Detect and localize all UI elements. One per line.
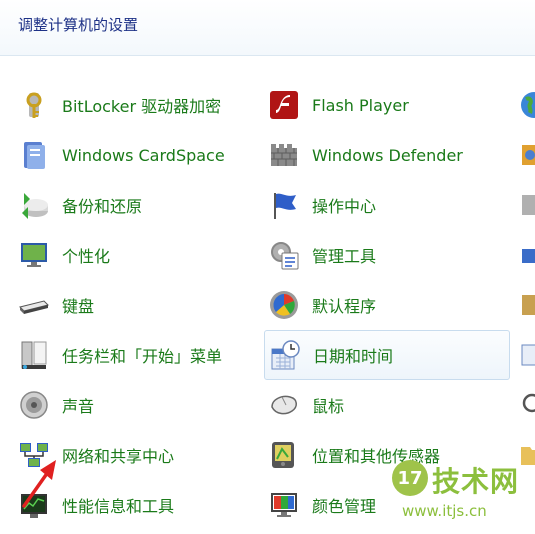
- item-keyboard[interactable]: 键盘: [14, 280, 262, 330]
- item-sound[interactable]: 声音: [14, 380, 262, 430]
- backup-restore-icon: [16, 187, 52, 223]
- item-label[interactable]: 操作中心: [312, 193, 376, 217]
- item-label[interactable]: 日期和时间: [313, 343, 393, 367]
- item-partial-col3-3[interactable]: [514, 230, 535, 280]
- item-label[interactable]: 键盘: [62, 293, 94, 317]
- item-label[interactable]: 备份和还原: [62, 193, 142, 217]
- item-label[interactable]: 管理工具: [312, 243, 376, 267]
- partial-icon: [516, 287, 535, 323]
- item-bitlocker[interactable]: BitLocker 驱动器加密: [14, 80, 262, 130]
- mouse-icon: [266, 387, 302, 423]
- date-time-icon: [267, 337, 303, 373]
- item-label[interactable]: 声音: [62, 393, 94, 417]
- item-partial-col3-2[interactable]: [514, 180, 535, 230]
- item-label[interactable]: 网络和共享中心: [62, 443, 174, 467]
- sound-speaker-icon: [16, 387, 52, 423]
- item-label[interactable]: 默认程序: [312, 293, 376, 317]
- item-partial-col3-4[interactable]: [514, 280, 535, 330]
- windows-defender-icon: [266, 137, 302, 173]
- item-label[interactable]: Windows Defender: [312, 146, 463, 165]
- item-label[interactable]: 性能信息和工具: [62, 493, 174, 517]
- item-default-programs[interactable]: 默认程序: [264, 280, 510, 330]
- item-label[interactable]: 颜色管理: [312, 493, 376, 517]
- location-sensors-icon: [266, 437, 302, 473]
- item-label[interactable]: 任务栏和「开始」菜单: [62, 343, 222, 367]
- partial-icon: [516, 137, 535, 173]
- item-mouse[interactable]: 鼠标: [264, 380, 510, 430]
- item-label[interactable]: 个性化: [62, 243, 110, 267]
- flash-player-icon: [266, 87, 302, 123]
- item-admin-tools[interactable]: 管理工具: [264, 230, 510, 280]
- item-partial-col3-0[interactable]: [514, 80, 535, 130]
- item-windows-defender[interactable]: Windows Defender: [264, 130, 510, 180]
- item-partial-col3-5[interactable]: [514, 330, 535, 380]
- watermark: 17 技术网 www.itjs.cn: [388, 458, 528, 530]
- admin-tools-icon: [266, 237, 302, 273]
- cardspace-icon: [16, 137, 52, 173]
- color-management-icon: [266, 487, 302, 523]
- item-flash-player[interactable]: Flash Player: [264, 80, 510, 130]
- keyboard-icon: [16, 287, 52, 323]
- item-cardspace[interactable]: Windows CardSpace: [14, 130, 262, 180]
- taskbar-start-menu-icon: [16, 337, 52, 373]
- item-taskbar-start-menu[interactable]: 任务栏和「开始」菜单: [14, 330, 262, 380]
- item-backup-restore[interactable]: 备份和还原: [14, 180, 262, 230]
- annotation-arrow-icon: [22, 460, 56, 508]
- item-label[interactable]: 鼠标: [312, 393, 344, 417]
- bitlocker-key-icon: [16, 87, 52, 123]
- page-title: 调整计算机的设置: [18, 16, 139, 34]
- search-magnifier-icon: [516, 387, 535, 423]
- partial-icon: [516, 187, 535, 223]
- partial-icon: [516, 237, 535, 273]
- watermark-name: 技术网: [432, 465, 520, 498]
- item-partial-col3-1[interactable]: [514, 130, 535, 180]
- item-personalization[interactable]: 个性化: [14, 230, 262, 280]
- item-action-center[interactable]: 操作中心: [264, 180, 510, 230]
- item-label[interactable]: BitLocker 驱动器加密: [62, 93, 221, 117]
- personalization-icon: [16, 237, 52, 273]
- watermark-url: www.itjs.cn: [402, 502, 487, 520]
- item-label[interactable]: Flash Player: [312, 96, 409, 115]
- watermark-logo: 17: [392, 460, 428, 496]
- globe-icon: [516, 87, 535, 123]
- item-label[interactable]: Windows CardSpace: [62, 146, 225, 165]
- action-center-flag-icon: [266, 187, 302, 223]
- default-programs-icon: [266, 287, 302, 323]
- partial-icon: [516, 337, 535, 373]
- item-partial-col3-6[interactable]: [514, 380, 535, 430]
- item-date-time[interactable]: 日期和时间: [264, 330, 510, 380]
- page-header: 调整计算机的设置: [0, 0, 535, 56]
